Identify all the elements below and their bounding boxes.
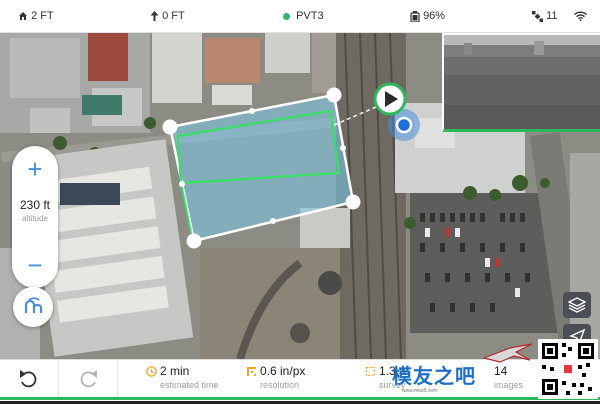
- altitude-decrease-button[interactable]: −: [12, 248, 58, 282]
- estimated-time-stat: 2 min estimated time: [146, 364, 219, 390]
- images-stat: 14 images: [494, 364, 523, 390]
- watermark-text: 模友之吧: [392, 366, 476, 388]
- arrow-up-icon: [150, 11, 159, 22]
- start-point-icon[interactable]: [373, 82, 407, 116]
- map-view[interactable]: + 230 ft altitude −: [0, 33, 600, 359]
- clock-icon: [146, 366, 157, 377]
- vertex-handle[interactable]: [326, 87, 342, 103]
- wifi-status: [574, 0, 587, 32]
- redo-button[interactable]: [59, 360, 117, 398]
- images-value: 14: [494, 364, 508, 378]
- watermark-url: www.moz8.com: [402, 388, 438, 394]
- vertex-handle[interactable]: [162, 119, 178, 135]
- altitude-value: 230 ft: [19, 198, 51, 212]
- resolution-label: resolution: [260, 380, 300, 390]
- survey-area-icon: [365, 366, 376, 377]
- midpoint-handle[interactable]: [340, 145, 346, 151]
- layers-button[interactable]: [563, 292, 591, 318]
- altitude-control: + 230 ft altitude −: [12, 146, 58, 288]
- undo-icon: [20, 370, 37, 388]
- home-icon: [19, 12, 27, 21]
- gps-status: PVT3: [283, 0, 324, 32]
- resolution-icon: [247, 367, 256, 376]
- gps-status-dot: [283, 12, 290, 20]
- camera-feed-image: [444, 35, 600, 129]
- drone-position-icon: [395, 116, 413, 134]
- status-bar: 2 FT 0 FT PVT3 96% 11: [0, 0, 600, 33]
- battery-status: 96%: [410, 0, 445, 32]
- gps-status-label: PVT3: [296, 10, 324, 22]
- altitude-label: altitude: [22, 214, 48, 223]
- relative-altitude-value: 0 FT: [162, 10, 185, 22]
- relative-altitude: 0 FT: [150, 0, 185, 32]
- home-altitude-value: 2 FT: [31, 10, 54, 22]
- estimated-time-label: estimated time: [160, 380, 219, 390]
- estimated-time-value: 2 min: [160, 364, 190, 378]
- resolution-stat: 0.6 in/px resolution: [246, 364, 305, 390]
- battery-icon: [410, 10, 420, 23]
- satellite-icon: [532, 10, 543, 22]
- midpoint-handle[interactable]: [179, 181, 185, 187]
- redo-icon: [80, 370, 97, 388]
- vertex-handle[interactable]: [186, 233, 202, 249]
- drone-mode-button[interactable]: [13, 287, 53, 327]
- satellite-count-value: 11: [546, 10, 558, 22]
- resolution-value: 0.6 in/px: [260, 364, 306, 378]
- midpoint-handle[interactable]: [270, 218, 276, 224]
- qr-code-image: [538, 339, 598, 399]
- survey-area-polygon[interactable]: [168, 93, 355, 243]
- camera-preview[interactable]: [442, 33, 600, 132]
- toolbar-divider: [117, 360, 118, 398]
- midpoint-handle[interactable]: [249, 108, 255, 114]
- home-altitude: 2 FT: [18, 0, 54, 32]
- battery-value: 96%: [423, 10, 446, 22]
- drone-mode-icon: [24, 297, 43, 313]
- watermark-plane-logo: [482, 343, 533, 363]
- layers-icon: [567, 297, 587, 313]
- wifi-icon: [574, 11, 587, 22]
- altitude-increase-button[interactable]: +: [12, 152, 58, 186]
- images-label: images: [494, 380, 524, 390]
- undo-button[interactable]: [0, 360, 58, 398]
- qr-code: [538, 339, 598, 399]
- satellite-count: 11: [532, 0, 557, 32]
- vertex-handle[interactable]: [345, 194, 361, 210]
